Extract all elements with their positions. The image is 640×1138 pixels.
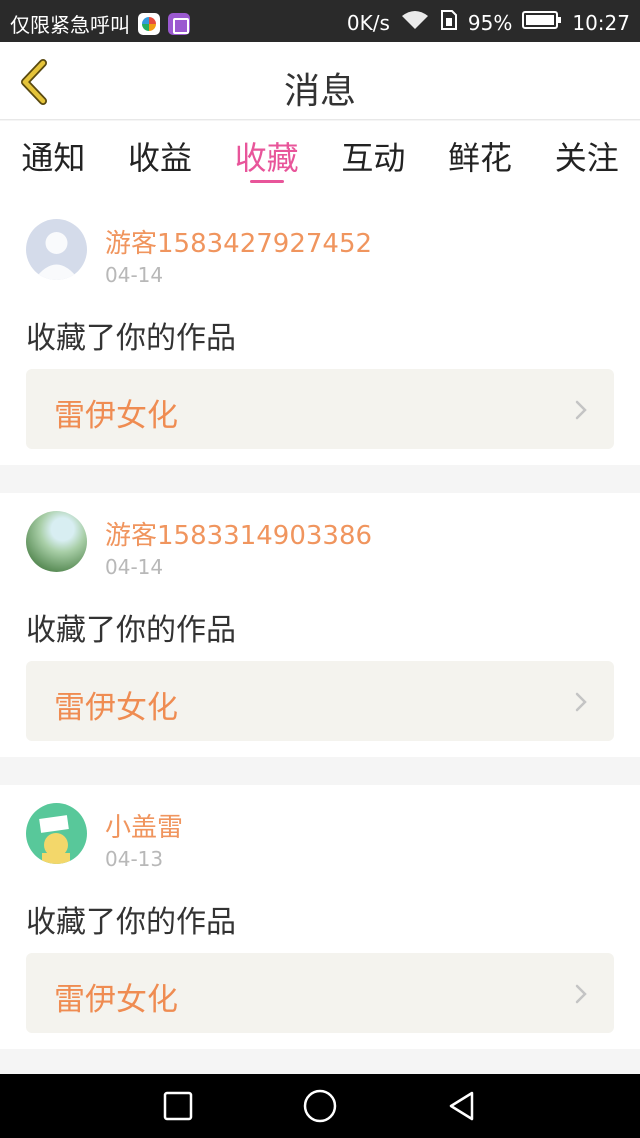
list-item: 游客1583427927452 04-14 收藏了你的作品 雷伊女化 — [0, 201, 640, 465]
work-title: 雷伊女化 — [54, 982, 178, 1018]
work-title: 雷伊女化 — [54, 690, 178, 726]
status-bar: 仅限紧急呼叫 0K/s 95% 10:27 — [0, 0, 640, 42]
message-date: 04-13 — [105, 847, 164, 871]
header: 消息 — [0, 42, 640, 120]
tab-bar: 通知 收益 收藏 互动 鲜花 关注 — [0, 121, 640, 201]
nav-back-icon — [449, 1091, 474, 1121]
battery-level: 95% — [467, 10, 513, 35]
tab-flowers[interactable]: 鲜花 — [427, 121, 534, 201]
chevron-right-icon — [575, 692, 587, 712]
sim-icon — [440, 9, 458, 36]
action-text: 收藏了你的作品 — [26, 613, 236, 648]
list-item: 小盖雷 04-13 收藏了你的作品 雷伊女化 — [0, 785, 640, 1049]
chevron-right-icon — [575, 984, 587, 1004]
tab-notifications[interactable]: 通知 — [0, 121, 107, 201]
avatar[interactable] — [26, 219, 87, 280]
work-link[interactable]: 雷伊女化 — [26, 369, 614, 449]
carrier-text: 仅限紧急呼叫 — [10, 13, 130, 37]
work-title: 雷伊女化 — [54, 398, 178, 434]
message-date: 04-14 — [105, 263, 164, 287]
tab-interactions[interactable]: 互动 — [320, 121, 427, 201]
username[interactable]: 游客1583427927452 — [105, 223, 372, 260]
list-item: 游客1583314903386 04-14 收藏了你的作品 雷伊女化 — [0, 493, 640, 757]
clock: 10:27 — [572, 10, 630, 35]
message-list: 游客1583427927452 04-14 收藏了你的作品 雷伊女化 游客158… — [0, 201, 640, 1077]
page-title: 消息 — [283, 71, 356, 112]
tab-favorites[interactable]: 收藏 — [213, 121, 320, 201]
avatar[interactable] — [26, 511, 87, 572]
nav-home-button[interactable] — [302, 1088, 338, 1124]
nav-recent-button[interactable] — [160, 1088, 196, 1124]
net-speed: 0K/s — [346, 10, 390, 35]
app-notification-icon — [138, 12, 160, 35]
message-date: 04-14 — [105, 555, 164, 579]
action-text: 收藏了你的作品 — [26, 321, 236, 356]
wifi-icon — [400, 9, 430, 36]
tab-follows[interactable]: 关注 — [533, 121, 640, 201]
chevron-right-icon — [575, 400, 587, 420]
tab-earnings[interactable]: 收益 — [107, 121, 214, 201]
system-nav-bar — [0, 1074, 640, 1138]
nav-home-icon — [303, 1089, 337, 1123]
action-text: 收藏了你的作品 — [26, 905, 236, 940]
username[interactable]: 小盖雷 — [105, 807, 183, 844]
nav-recent-icon — [163, 1091, 193, 1121]
nav-back-button[interactable] — [444, 1088, 480, 1124]
avatar[interactable] — [26, 803, 87, 864]
work-link[interactable]: 雷伊女化 — [26, 953, 614, 1033]
gallery-notification-icon — [168, 12, 190, 35]
username[interactable]: 游客1583314903386 — [105, 515, 372, 552]
work-link[interactable]: 雷伊女化 — [26, 661, 614, 741]
battery-icon — [522, 10, 562, 35]
